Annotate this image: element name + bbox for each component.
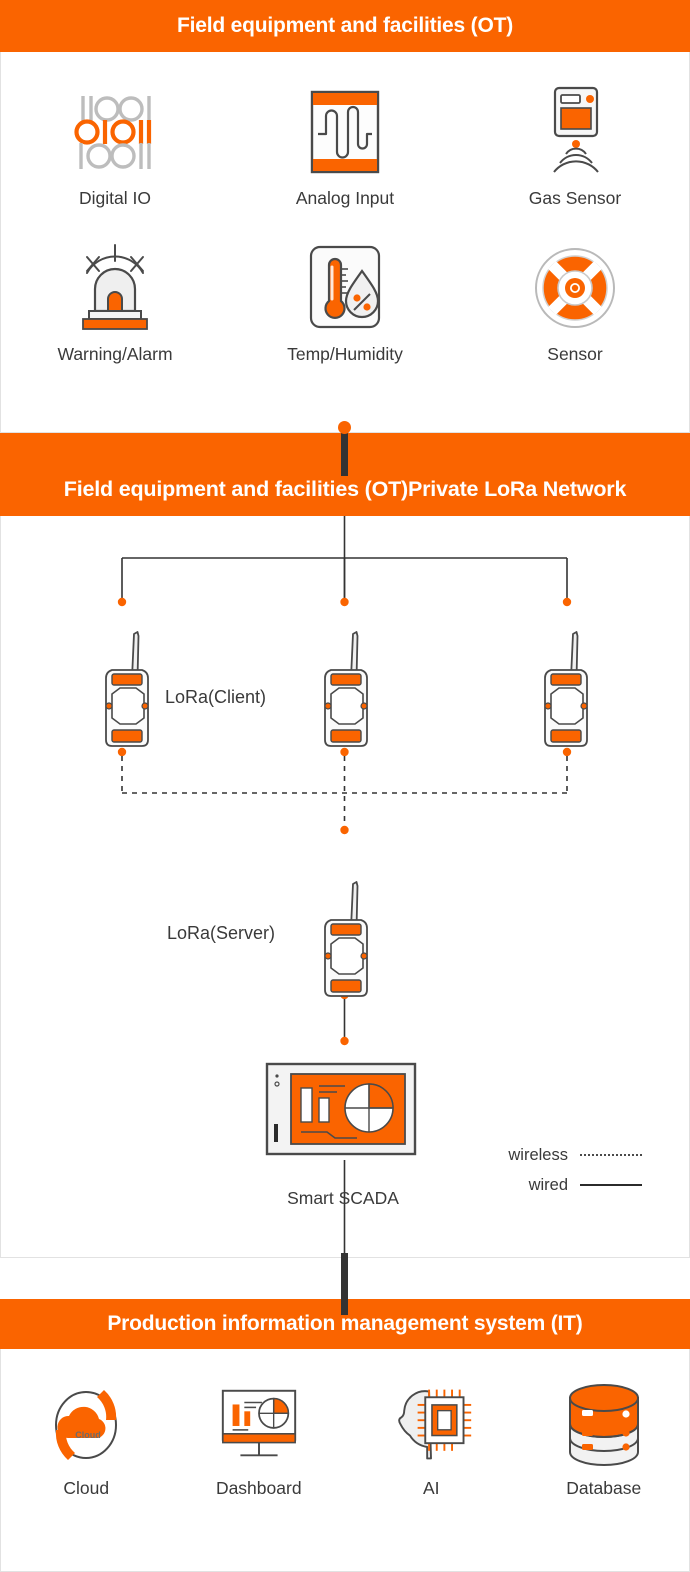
ot-item-label: Gas Sensor — [528, 188, 622, 208]
ai-chip-head-icon — [387, 1382, 475, 1468]
ot-icon-row-2: Warning/Alarm Temp/Humidity Sensor — [0, 240, 690, 365]
ot-item-label: Sensor — [547, 344, 603, 364]
ot-item-label: Temp/Humidity — [287, 344, 403, 364]
cloud-inner-text: Cloud — [76, 1430, 102, 1440]
ot-item-label: Warning/Alarm — [57, 344, 173, 364]
lora-server-device[interactable] — [315, 862, 377, 1007]
it-icon-row: Cloud Cloud Dashboard AI Database — [0, 1382, 690, 1499]
dashboard-icon — [215, 1382, 303, 1468]
it-item-database[interactable]: Database — [518, 1382, 690, 1499]
legend-label-wireless: wireless — [508, 1145, 568, 1164]
lora-client-device-2[interactable] — [315, 612, 377, 757]
legend-row-wired: wired — [508, 1170, 642, 1200]
smart-scada-device[interactable] — [265, 1062, 423, 1167]
ot-item-sensor[interactable]: Sensor — [460, 240, 690, 365]
temp-humidity-icon — [297, 240, 393, 336]
lora-client-label: LoRa(Client) — [165, 687, 267, 707]
ot-icon-row-1: Digital IO Analog Input Gas Sensor — [0, 84, 690, 209]
ot-item-digital-io[interactable]: Digital IO — [0, 84, 230, 209]
lora-client-device-3[interactable] — [535, 612, 597, 757]
lora-server-label: LoRa(Server) — [167, 923, 276, 943]
it-item-label: Database — [566, 1478, 642, 1498]
architecture-diagram: Field equipment and facilities (OT) Digi… — [0, 0, 690, 1572]
banner-lora-title: Field equipment and facilities (OT)Priva… — [63, 477, 627, 501]
lora-client-device-1[interactable] — [96, 612, 158, 757]
ot-item-label: Analog Input — [295, 188, 395, 208]
cloud-icon: Cloud — [42, 1382, 130, 1468]
it-item-ai[interactable]: AI — [345, 1382, 518, 1499]
legend-sample-wired — [580, 1184, 642, 1186]
banner-ot-title: Field equipment and facilities (OT) — [176, 14, 514, 37]
digital-io-icon — [67, 84, 163, 180]
banner-it-title: Production information management system… — [107, 1312, 583, 1335]
banner-ot: Field equipment and facilities (OT) — [0, 0, 690, 52]
connector-dot-ot-to-lora — [338, 421, 351, 434]
sensor-icon — [527, 240, 623, 336]
connector-mid-to-it — [341, 1253, 348, 1315]
ot-item-analog-input[interactable]: Analog Input — [230, 84, 460, 209]
ot-item-temp-humidity[interactable]: Temp/Humidity — [230, 240, 460, 365]
database-icon — [560, 1382, 648, 1468]
legend-label-wired: wired — [528, 1175, 568, 1194]
it-item-cloud[interactable]: Cloud Cloud — [0, 1382, 173, 1499]
ot-item-label: Digital IO — [79, 188, 151, 208]
legend: wireless wired — [508, 1140, 642, 1200]
ot-item-warning-alarm[interactable]: Warning/Alarm — [0, 240, 230, 365]
legend-sample-wireless — [580, 1154, 642, 1156]
legend-row-wireless: wireless — [508, 1140, 642, 1170]
connector-ot-to-lora — [341, 428, 348, 476]
it-item-dashboard[interactable]: Dashboard — [173, 1382, 346, 1499]
warning-alarm-icon — [67, 240, 163, 336]
it-item-label: AI — [422, 1478, 440, 1498]
gas-sensor-icon — [527, 84, 623, 180]
analog-input-icon — [297, 84, 393, 180]
it-item-label: Dashboard — [215, 1478, 302, 1498]
it-item-label: Cloud — [63, 1478, 110, 1498]
ot-item-gas-sensor[interactable]: Gas Sensor — [460, 84, 690, 209]
